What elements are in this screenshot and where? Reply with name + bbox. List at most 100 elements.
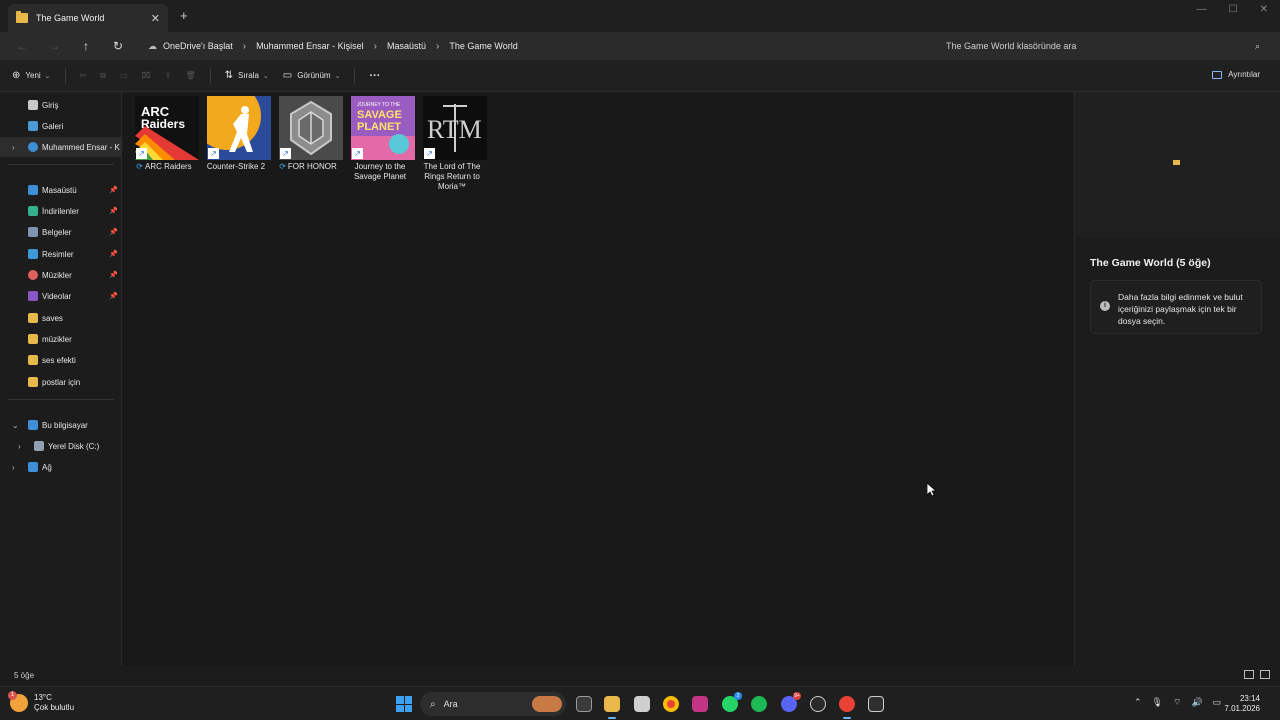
sort-label: Sırala [238, 71, 259, 80]
microphone-icon[interactable]: 🎙 [1152, 697, 1163, 708]
sidebar-item-ses-efekti[interactable]: ses efekti [0, 350, 122, 370]
breadcrumb-current[interactable]: The Game World [449, 41, 517, 51]
sidebar-item-postlar-icin[interactable]: postlar için [0, 372, 122, 392]
desktop-icon [28, 185, 38, 195]
back-button[interactable]: ← [12, 36, 32, 56]
breadcrumb-desktop[interactable]: Masaüstü [387, 41, 426, 51]
file-item-arc-raiders[interactable]: ARC Raiders ↗ ⟳ ARC Raiders [129, 96, 199, 172]
chevron-down-icon[interactable]: ⌄ [12, 421, 19, 430]
more-options-button[interactable]: ··· [369, 70, 380, 82]
breadcrumb-separator: › [373, 40, 377, 52]
chevron-right-icon[interactable]: › [18, 442, 21, 451]
weather-widget[interactable]: 1 13°C Çok bulutlu [8, 691, 74, 713]
taskbar-search[interactable]: ⌕ Ara [420, 692, 566, 716]
maximize-button[interactable]: ☐ [1229, 4, 1238, 15]
folder-icon [28, 334, 38, 344]
sidebar-item-gallery[interactable]: Galeri [0, 116, 122, 136]
sidebar-item-downloads[interactable]: İndirilenler 📌 [0, 201, 122, 221]
cut-icon[interactable]: ✂ [80, 71, 87, 80]
refresh-button[interactable]: ↻ [108, 36, 128, 56]
sidebar-item-onedrive[interactable]: › Muhammed Ensar - Ki [0, 137, 122, 157]
sort-button[interactable]: ⇅ Sırala ⌄ [225, 70, 269, 81]
close-tab-button[interactable]: ✕ [151, 12, 160, 25]
sidebar-item-this-pc[interactable]: ⌄ Bu bilgisayar [0, 415, 122, 435]
file-name: The Lord of The Rings Return to Moria™ [423, 162, 481, 191]
volume-icon[interactable]: 🔊 [1191, 697, 1202, 708]
for-honor-thumbnail: ↗ [279, 96, 343, 160]
sidebar-item-music[interactable]: Müzikler 📌 [0, 265, 122, 285]
sidebar-item-documents[interactable]: Belgeler 📌 [0, 222, 122, 242]
rename-icon[interactable]: ⌧ [142, 71, 151, 80]
whatsapp-icon[interactable]: 2 [722, 692, 742, 712]
forward-button[interactable]: → [44, 36, 64, 56]
moria-thumbnail: RTM ↗ [423, 96, 487, 160]
new-button[interactable]: ⊕ Yeni ⌄ [12, 70, 51, 81]
tab-the-game-world[interactable]: The Game World ✕ [8, 4, 168, 32]
sidebar-item-pictures[interactable]: Resimler 📌 [0, 244, 122, 264]
folder-icon [16, 11, 28, 23]
copy-icon[interactable]: ⧉ [100, 71, 106, 81]
file-explorer-icon[interactable] [604, 696, 620, 719]
chevron-right-icon[interactable]: › [12, 143, 15, 152]
file-item-counter-strike-2[interactable]: ↗ Counter-Strike 2 [201, 96, 271, 172]
sidebar-item-saves[interactable]: saves [0, 308, 122, 328]
delete-icon[interactable]: 🗑 [185, 71, 195, 80]
minimize-button[interactable]: — [1197, 4, 1207, 15]
file-list[interactable]: ARC Raiders ↗ ⟳ ARC Raiders ↗ Counter-Str… [123, 92, 1073, 666]
close-window-button[interactable]: ✕ [1260, 4, 1268, 15]
task-view-icon[interactable] [576, 696, 592, 712]
file-item-journey-savage-planet[interactable]: JOURNEY TO THE SAVAGE PLANET ↗ Journey t… [345, 96, 415, 182]
paste-icon[interactable]: ▭ [120, 71, 128, 80]
sidebar-item-desktop[interactable]: Masaüstü 📌 [0, 180, 122, 200]
gallery-icon [28, 121, 38, 131]
disk-icon [34, 441, 44, 451]
instagram-icon[interactable] [692, 696, 708, 712]
up-button[interactable]: ↑ [76, 36, 96, 56]
chrome-icon[interactable] [663, 696, 679, 712]
item-count: 5 öğe [14, 671, 35, 680]
breadcrumb-personal[interactable]: Muhammed Ensar - Kişisel [256, 41, 364, 51]
sidebar-item-home[interactable]: Giriş [0, 95, 122, 115]
start-button[interactable] [396, 696, 412, 712]
chevron-up-icon[interactable]: ⌃ [1134, 697, 1142, 708]
sidebar-item-network[interactable]: › Ağ [0, 457, 122, 477]
spotify-icon[interactable] [751, 696, 767, 712]
file-item-for-honor[interactable]: ↗ ⟳ FOR HONOR [273, 96, 343, 172]
chrome-active-icon[interactable] [839, 696, 855, 719]
wifi-icon[interactable]: ⌔ [1173, 697, 1181, 708]
counter-strike-thumbnail: ↗ [207, 96, 271, 160]
breadcrumb[interactable]: ☁ OneDrive'ı Başlat › Muhammed Ensar - K… [140, 34, 930, 58]
new-tab-button[interactable]: + [180, 8, 188, 23]
view-button[interactable]: ▭ Görünüm ⌄ [283, 70, 341, 81]
shortcut-arrow-icon: ↗ [280, 148, 291, 159]
chevron-down-icon: ⌄ [44, 72, 51, 80]
details-view-icon[interactable] [1244, 670, 1254, 679]
videos-icon [28, 291, 38, 301]
svg-text:Raiders: Raiders [141, 117, 185, 131]
folder-icon [28, 377, 38, 387]
steam-icon[interactable] [810, 696, 826, 712]
clock[interactable]: 23:14 7.01.2026 [1224, 694, 1260, 714]
store-icon[interactable] [634, 696, 650, 712]
pc-icon [28, 420, 38, 430]
battery-icon[interactable]: ▭ [1213, 697, 1222, 708]
search-input[interactable]: The Game World klasöründe ara [946, 41, 1255, 51]
search-box[interactable]: The Game World klasöründe ara ⌕ [938, 34, 1268, 58]
file-item-lord-of-the-rings[interactable]: RTM ↗ The Lord of The Rings Return to Mo… [417, 96, 487, 192]
sidebar-item-videos[interactable]: Videolar 📌 [0, 286, 122, 306]
sidebar-item-label: postlar için [42, 377, 81, 387]
epic-games-icon[interactable] [868, 696, 884, 712]
discord-icon[interactable]: 9+ [781, 692, 801, 712]
sidebar-item-label: Muhammed Ensar - Ki [42, 142, 120, 152]
info-icon: i [1100, 301, 1110, 311]
sidebar-item-label: ses efekti [42, 355, 76, 365]
details-pane-button[interactable]: Ayrıntılar [1212, 70, 1260, 79]
share-icon[interactable]: ⇪ [165, 71, 172, 80]
breadcrumb-onedrive[interactable]: OneDrive'ı Başlat [163, 41, 233, 51]
sidebar-item-muzikler-folder[interactable]: müzikler [0, 329, 122, 349]
chevron-right-icon[interactable]: › [12, 463, 15, 472]
title-bar: The Game World ✕ + — ☐ ✕ [0, 0, 1280, 32]
sidebar-item-local-disk[interactable]: › Yerel Disk (C:) [0, 436, 122, 456]
sidebar-item-label: Galeri [42, 121, 64, 131]
tiles-view-icon[interactable] [1260, 670, 1270, 679]
